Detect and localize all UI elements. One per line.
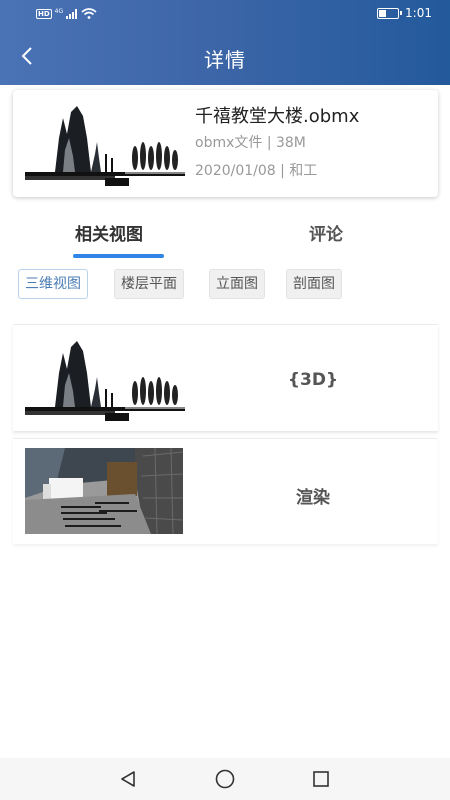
triangle-back-icon [121, 771, 135, 787]
filter-section[interactable]: 剖面图 [286, 269, 342, 299]
nav-home-button[interactable] [212, 766, 238, 792]
status-time: 1:01 [405, 6, 432, 20]
hd-badge: HD [36, 8, 52, 19]
tab-bar: 相关视图 评论 [0, 210, 450, 260]
result-item-render[interactable]: 渲染 [13, 438, 438, 544]
header-bar: HD 4G 1:01 详情 [0, 0, 450, 85]
filter-floor-plan[interactable]: 楼层平面 [114, 269, 184, 299]
system-nav-bar [0, 758, 450, 800]
status-left: HD 4G [36, 8, 97, 19]
page-title: 详情 [204, 48, 246, 72]
status-right: 1:01 [377, 6, 432, 20]
tab-indicator [73, 254, 164, 258]
filter-elevation[interactable]: 立面图 [209, 269, 265, 299]
battery-icon [377, 7, 403, 19]
tab-related-views[interactable]: 相关视图 [75, 220, 143, 245]
result-item-3d[interactable]: {3D} [13, 324, 438, 431]
file-meta: obmx文件 | 38M [195, 135, 306, 151]
result-thumbnail [25, 333, 185, 423]
tab-comments[interactable]: 评论 [309, 220, 343, 245]
result-label: {3D} [287, 370, 339, 390]
square-recents-icon [313, 771, 329, 787]
file-date: 2020/01/08 | 和工 [195, 163, 318, 179]
nav-recents-button[interactable] [308, 766, 334, 792]
file-name: 千禧教堂大楼.obmx [195, 106, 360, 127]
filter-3d-view[interactable]: 三维视图 [18, 269, 88, 299]
nav-back-button[interactable] [115, 766, 141, 792]
signal-icon [66, 8, 78, 19]
file-card[interactable]: 千禧教堂大楼.obmx obmx文件 | 38M 2020/01/08 | 和工 [13, 90, 438, 197]
wifi-icon [81, 8, 97, 19]
status-bar: HD 4G 1:01 [0, 0, 450, 28]
result-thumbnail [25, 448, 183, 534]
circle-home-icon [215, 769, 235, 789]
result-label: 渲染 [296, 488, 330, 508]
file-thumbnail [25, 98, 185, 188]
network-type: 4G [54, 7, 64, 15]
